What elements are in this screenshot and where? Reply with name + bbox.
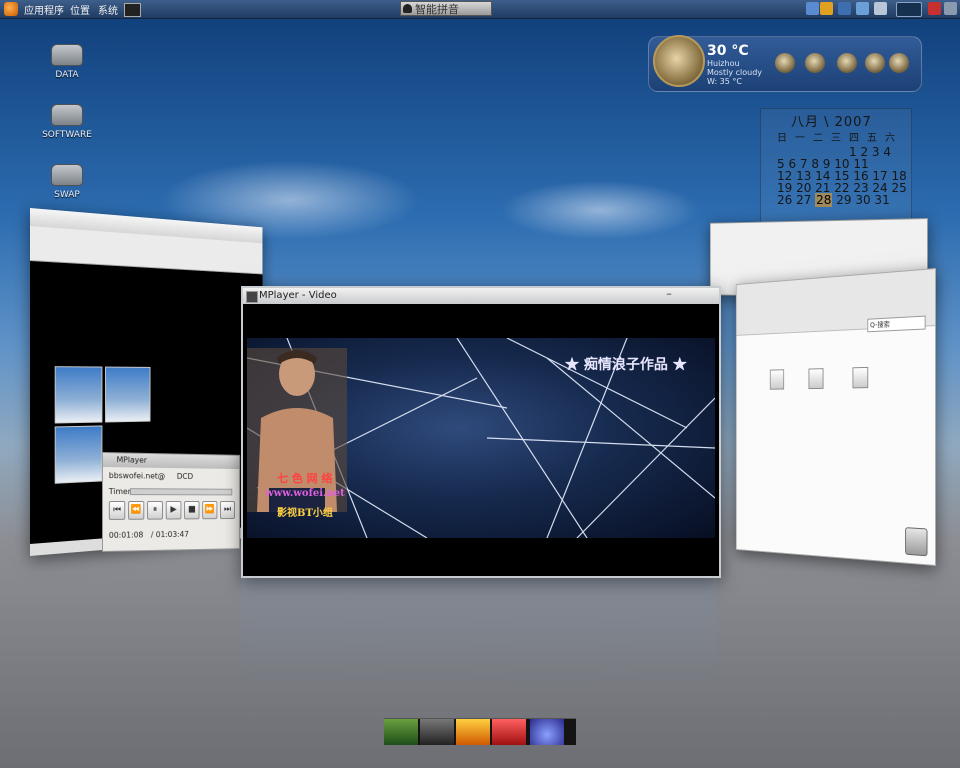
dock [384,718,576,745]
forecast-cloudy-icon [889,53,909,73]
update-icon[interactable] [820,2,833,15]
desktop-icon-swap[interactable]: SWAP [40,164,94,200]
rewind-icon[interactable]: ⏪ [128,501,144,520]
drive-icon [51,104,83,126]
cloud [500,180,700,240]
messenger-icon[interactable] [384,719,418,745]
drive-icon [51,164,83,186]
mplayer-codec: DCD [177,472,193,481]
clipboard-icon[interactable] [856,2,869,15]
file-icon[interactable] [798,368,835,391]
play-icon[interactable]: ▶ [166,501,182,519]
office-icon[interactable] [492,719,526,745]
input-method-indicator[interactable]: 智能拼音 [400,1,492,16]
calendar-weekday-header: 日一二三四五六 [777,129,903,144]
forecast-cloudy-icon [805,53,825,73]
mplayer-position: 00:01:08 [109,530,143,539]
mplayer-control-window[interactable]: MPlayer bbswofei.net@ DCD Timer ⏮ ⏪ ⏸ ▶ … [102,452,240,552]
search-input[interactable]: Q-搜索 [867,316,925,333]
previous-icon[interactable]: ⏮ [109,501,125,520]
file-icon[interactable] [841,367,879,391]
file-icon[interactable] [760,369,795,392]
seek-slider[interactable] [130,488,232,495]
calendar-week-row: 26 27 28 29 30 31 [777,193,890,207]
desktop-icon-label: DATA [55,70,78,80]
package-icon[interactable] [456,719,490,745]
top-panel: 应用程序 位置 系统 智能拼音 [0,0,960,19]
network-icon[interactable] [806,2,819,15]
system-monitor-icon[interactable] [896,2,922,17]
weather-wind: W: 35 °C [707,77,742,86]
desktop-icon-label: SOFTWARE [42,130,92,140]
mplayer-control-title[interactable]: MPlayer [103,453,239,469]
calendar-widget[interactable]: 八月 \ 2007 日一二三四五六 1 2 3 4 5 6 7 8 9 10 1… [760,108,912,226]
drive-icon [51,44,83,66]
calendar-today[interactable]: 28 [815,193,832,207]
video-overlay-credit: ★ 痴情浪子作品 ★ [565,354,687,374]
mplayer-file-name: bbswofei.net@ [109,471,165,481]
minimize-icon[interactable]: – [663,290,675,301]
menu-system[interactable]: 系统 [98,2,118,17]
weather-temperature: 30 °C [707,43,749,59]
desktop-icon-label: SWAP [54,190,80,200]
video-overlay-logo: 七 色 网 络 [277,470,333,486]
main-menu-icon[interactable] [4,2,18,16]
media-player-icon[interactable] [420,719,454,745]
forecast-cloudy-icon [837,53,857,73]
fast-forward-icon[interactable]: ⏩ [202,501,217,519]
desktop-icon-software[interactable]: SOFTWARE [40,104,94,140]
weather-condition: Mostly cloudy [707,68,762,77]
weather-city: Huizhou [707,59,740,68]
menu-applications[interactable]: 应用程序 [24,2,64,17]
mplayer-video-window[interactable]: MPlayer - Video – ★ 痴情浪子作品 ★ 七 色 网 络 www… [241,286,721,578]
globe-icon[interactable] [530,719,564,745]
user-icon[interactable] [928,2,941,15]
desktop-icon-data[interactable]: DATA [40,44,94,80]
video-overlay-url: www.wofei.net [265,488,345,499]
terminal-launcher-icon[interactable] [124,3,141,17]
thumbnail[interactable] [55,425,103,483]
forecast-cloudy-icon [775,53,795,73]
stop-icon[interactable]: ■ [184,501,199,519]
calendar-days: 26 27 [777,193,815,207]
thumbnail[interactable] [55,366,103,423]
video-frame[interactable]: ★ 痴情浪子作品 ★ 七 色 网 络 www.wofei.net 影视BT小组 [247,338,715,538]
thumbnail-strip [55,366,195,429]
weather-cloudy-icon [653,35,705,87]
forecast-cloudy-icon [865,53,885,73]
calendar-days: 29 30 31 [832,193,889,207]
window-reflection [241,578,717,698]
monitor-icon[interactable] [874,2,887,15]
volume-icon[interactable] [944,2,957,15]
trash-icon[interactable] [905,527,927,556]
window-title: MPlayer - Video [259,290,337,301]
next-icon[interactable]: ⏭ [220,501,235,519]
calendar-title: 八月 \ 2007 [791,111,872,130]
window-titlebar[interactable]: MPlayer - Video – [243,288,719,304]
mplayer-timer-label: Timer [109,487,131,496]
thumbnail[interactable] [105,367,150,423]
video-overlay-group: 影视BT小组 [277,504,333,519]
pause-icon[interactable]: ⏸ [147,501,163,520]
weather-widget[interactable]: 30 °C Huizhou Mostly cloudy W: 35 °C [648,36,922,92]
menu-places[interactable]: 位置 [70,2,90,17]
mplayer-duration: / 01:03:47 [151,530,189,539]
bluetooth-icon[interactable] [838,2,851,15]
background-window-file-manager[interactable]: Q-搜索 [736,268,936,566]
